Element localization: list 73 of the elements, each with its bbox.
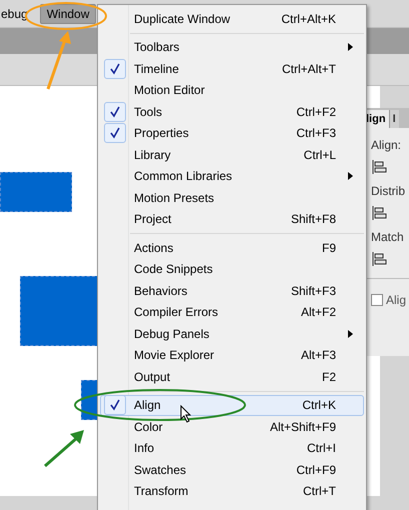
menu-item[interactable]: Duplicate Window Ctrl+Alt+K [100,8,364,30]
shortcut-text: Shift+F3 [290,282,336,300]
stage-object[interactable] [20,276,100,346]
align-icon[interactable] [371,206,387,220]
menu-item-label: Swatches [134,462,186,479]
menu-item-label: Actions [134,240,174,257]
callout-arrow [46,31,72,91]
menu-item-label: Movie Explorer [134,347,214,364]
panel-label: Align: [371,137,402,154]
menu-item-label: Info [134,440,154,458]
menu-item[interactable]: Actions F9 [100,237,364,258]
menu-item[interactable]: Output F2 [100,366,364,388]
shortcut-text: F9 [322,240,336,257]
menu-item-label: Transform [134,483,188,500]
shortcut-text: Ctrl+L [304,146,336,164]
menu-item[interactable]: Toolbars [100,36,364,58]
menu-item-label: Motion Presets [134,190,214,207]
menu-item-label: Code Snippets [134,261,213,278]
shortcut-text: Ctrl+F3 [296,125,336,142]
shortcut-text: Ctrl+Alt+K [281,10,336,28]
menu-item[interactable]: Behaviors Shift+F3 [100,280,364,302]
menu-item-label: Common Libraries [134,168,232,186]
menu-item[interactable]: Motion Editor [100,80,364,101]
menu-item[interactable]: Code Snippets [100,258,364,280]
menu-item-label: Library [134,146,171,164]
shortcut-text: Alt+F3 [300,347,336,364]
menu-bar-item[interactable]: Window [40,4,96,24]
menu-item-label: Debug Panels [134,326,210,343]
mouse-cursor-icon [180,405,192,423]
menu-item[interactable]: Movie Explorer Alt+F3 [100,344,364,366]
menu-item-label: Project [134,211,172,228]
menu-item[interactable]: Common Libraries [100,166,364,187]
shortcut-text: Alt+Shift+F9 [270,418,336,436]
menu-item-label: Output [134,368,170,386]
shortcut-text: Shift+F8 [290,211,336,228]
menu-item[interactable]: Swatches Ctrl+F9 [100,459,364,480]
menu-item[interactable]: Properties Ctrl+F3 [100,122,364,144]
checkbox-label: Alig [386,292,406,309]
menu-item[interactable]: Compiler Errors Alt+F2 [100,302,364,323]
align-icon[interactable] [371,160,387,174]
align-icon[interactable] [371,252,387,266]
menu-item-label: Behaviors [134,282,188,300]
menu-item[interactable]: Timeline Ctrl+Alt+T [100,58,364,80]
shortcut-text: Ctrl+K [302,397,336,414]
shortcut-text: F2 [322,368,336,386]
menu-item-label: Toolbars [134,39,180,56]
menu-item-label: Duplicate Window [134,10,230,28]
menu-item[interactable]: Library Ctrl+L [100,144,364,166]
checkbox[interactable] [371,294,383,306]
panel-label: Match [371,229,405,246]
menu-item[interactable]: Align Ctrl+K [100,394,364,416]
menu-item-label: Compiler Errors [134,304,218,322]
menu-item[interactable]: Motion Presets [100,187,364,208]
panel-label: Distrib [371,183,406,200]
shortcut-text: Ctrl+Alt+T [282,60,336,78]
menu-item[interactable]: Debug Panels [100,323,364,344]
menu-item[interactable]: Tools Ctrl+F2 [100,101,364,122]
panel-tab[interactable]: I [388,110,399,128]
menu-item-label: Motion Editor [134,82,205,100]
shortcut-text: Ctrl+F2 [296,104,336,121]
menu-item[interactable]: Project Shift+F8 [100,208,364,230]
menu-item-label: Timeline [134,60,179,78]
menu-item-label: Color [134,418,163,436]
shortcut-text: Ctrl+F9 [296,462,336,479]
shortcut-text: Ctrl+T [303,483,336,500]
menu-item-label: Properties [134,125,189,142]
shortcut-text: Alt+F2 [300,304,336,322]
menu-item-label: Tools [134,104,162,121]
menu-item[interactable]: Transform Ctrl+T [100,480,364,502]
shortcut-text: Ctrl+I [306,440,336,458]
menu-item[interactable]: Info Ctrl+I [100,438,364,459]
menu-item[interactable]: Color Alt+Shift+F9 [100,416,364,438]
menu-item-label: Align [134,397,161,414]
